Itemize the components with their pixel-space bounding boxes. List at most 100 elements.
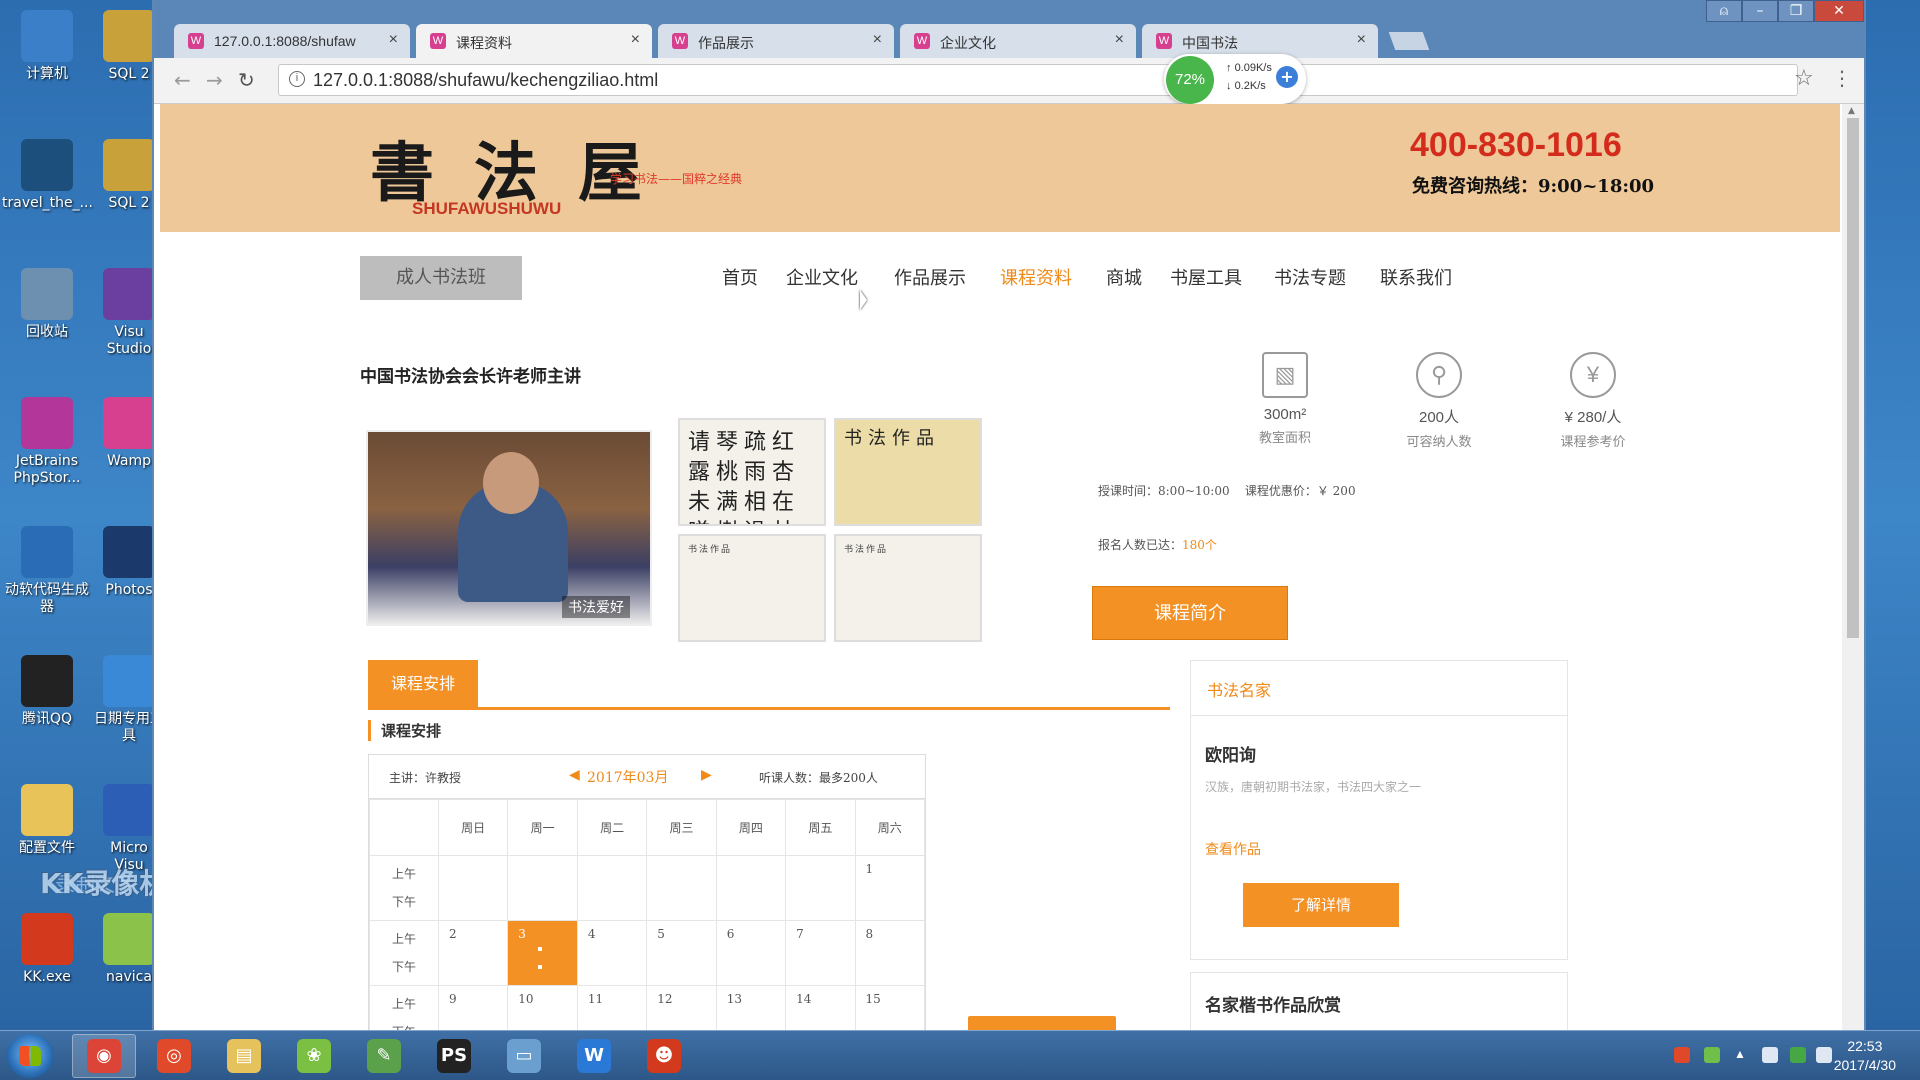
close-tab-icon[interactable]: × — [1115, 31, 1124, 49]
desktop-shortcut[interactable]: travel_the_... — [2, 139, 93, 212]
info-icon[interactable]: i — [289, 71, 305, 87]
calligraphy-image[interactable]: 书法作品 — [834, 534, 982, 642]
learn-more-button[interactable]: 了解详情 — [1243, 883, 1399, 927]
calendar-day[interactable]: 6 — [715, 920, 787, 986]
desktop-shortcut[interactable]: KK.exe — [2, 913, 92, 986]
calligraphy-image[interactable]: 书法作品 — [834, 418, 982, 526]
show-hidden-icon[interactable]: ▲ — [1734, 1047, 1750, 1063]
desktop-shortcut[interactable]: 回收站 — [2, 268, 92, 341]
start-button[interactable] — [6, 1034, 54, 1078]
reload-icon[interactable]: ↻ — [238, 68, 255, 92]
nav-link[interactable]: 书屋工具 — [1170, 264, 1242, 290]
close-tab-icon[interactable]: × — [1357, 31, 1366, 49]
taskbar-app[interactable]: ☻ — [632, 1034, 696, 1078]
taskbar-app[interactable]: PS — [422, 1034, 486, 1078]
yuan-icon: ¥ — [1570, 352, 1616, 398]
security-icon[interactable] — [1790, 1047, 1806, 1063]
plus-icon[interactable]: + — [1276, 66, 1298, 88]
page-viewport: 書法屋 SHUFAWUSHUWU 学习书法——国粹之经典 400-830-101… — [154, 104, 1844, 1030]
phpstorm-icon: PS — [437, 1039, 471, 1073]
close-window-button[interactable]: ✕ — [1814, 0, 1864, 22]
taskbar-app[interactable]: ◎ — [142, 1034, 206, 1078]
tab-bar: W 127.0.0.1:8088/shufaw × W 课程资料 × W 作品展示 × W 企业文化… — [154, 0, 1864, 58]
nav-link[interactable]: 首页 — [722, 264, 758, 290]
calendar-day[interactable]: 7 — [785, 920, 856, 986]
desktop-shortcut[interactable]: 腾讯QQ — [2, 655, 92, 728]
orange-button[interactable] — [968, 1016, 1116, 1030]
calendar-day[interactable]: 14 — [785, 985, 856, 1030]
calendar-day[interactable]: 12 — [646, 985, 717, 1030]
calendar-day[interactable]: 2 — [438, 920, 509, 986]
network-speed-widget[interactable]: 72% ↑ 0.09K/s ↓ 0.2K/s + — [1164, 54, 1306, 104]
minimize-button[interactable]: – — [1742, 0, 1778, 22]
page-scrollbar[interactable]: ▲ — [1842, 104, 1864, 1030]
sql-icon — [103, 139, 155, 191]
phpstorm-icon — [21, 397, 73, 449]
forward-icon[interactable]: → — [206, 68, 223, 92]
taskbar-app[interactable]: ◉ — [72, 1034, 136, 1078]
calligraphy-image[interactable]: 请琴疏红露桃雨杏未满相在嗟樹過林 — [678, 418, 826, 526]
menu-icon[interactable]: ⋮ — [1832, 66, 1852, 90]
browser-tab[interactable]: W 作品展示 × — [658, 24, 894, 58]
volume-icon[interactable] — [1816, 1047, 1832, 1063]
calendar-day[interactable]: 13 — [715, 985, 787, 1030]
calendar-day[interactable]: 15 — [854, 985, 926, 1030]
bookmark-star-icon[interactable]: ☆ — [1794, 66, 1814, 91]
scroll-up-icon[interactable]: ▲ — [1848, 106, 1855, 116]
category-button[interactable]: 成人书法班 — [360, 256, 522, 300]
maximize-button[interactable]: ❐ — [1778, 0, 1814, 22]
taskbar-app[interactable]: ▭ — [492, 1034, 556, 1078]
new-tab-button[interactable] — [1388, 32, 1430, 50]
nav-link[interactable]: 书法专题 — [1274, 264, 1346, 290]
nav-link[interactable]: 课程资料 — [1000, 264, 1072, 290]
nav-link[interactable]: 企业文化 — [786, 264, 858, 290]
browser-tab[interactable]: W 企业文化 × — [900, 24, 1136, 58]
ime-icon[interactable] — [1674, 1047, 1690, 1063]
close-tab-icon[interactable]: × — [389, 31, 398, 49]
stat-label: 教室面积 — [1258, 431, 1311, 446]
nav-link[interactable]: 联系我们 — [1380, 264, 1452, 290]
scroll-thumb[interactable] — [1847, 118, 1859, 638]
taskbar-app[interactable]: W — [562, 1034, 626, 1078]
calendar-day[interactable]: 4 — [576, 920, 648, 986]
network-icon[interactable] — [1762, 1047, 1778, 1063]
calendar-day[interactable]: 9 — [438, 985, 509, 1030]
calligraphy-image[interactable]: 书法作品 — [678, 534, 826, 642]
panel-title: 名家楷书作品欣赏 — [1205, 996, 1341, 1016]
calendar-day[interactable]: 10 — [507, 985, 578, 1030]
url-input[interactable]: i 127.0.0.1:8088/shufawu/kechengziliao.h… — [278, 64, 1798, 96]
desktop-shortcut[interactable]: 计算机 — [2, 10, 92, 83]
chrome-icon: ◉ — [87, 1039, 121, 1073]
tab-schedule[interactable]: 课程安排 — [368, 660, 478, 708]
taskbar-app[interactable]: ▤ — [212, 1034, 276, 1078]
battery-icon[interactable] — [1704, 1047, 1720, 1063]
browser-tab[interactable]: W 中国书法 × — [1142, 24, 1378, 58]
clock[interactable]: 22:53 2017/4/30 — [1834, 1037, 1896, 1075]
close-tab-icon[interactable]: × — [873, 31, 882, 49]
desktop-shortcut[interactable]: JetBrains PhpStor... — [2, 397, 92, 487]
tab-title: 课程资料 — [456, 35, 512, 51]
next-month-icon[interactable]: ▶ — [701, 767, 712, 783]
desktop-shortcut-label: 计算机 — [26, 66, 68, 82]
close-tab-icon[interactable]: × — [631, 31, 640, 49]
desktop-shortcut[interactable]: 动软代码生成器 — [2, 526, 92, 616]
search-tool-icon — [103, 655, 155, 707]
nav-link[interactable]: 商城 — [1106, 264, 1142, 290]
calendar-day[interactable]: 3 — [507, 920, 578, 986]
prev-month-icon[interactable]: ◀ — [569, 767, 580, 783]
desktop-shortcut[interactable]: 配置文件 — [2, 784, 92, 857]
calendar-day[interactable]: 8 — [854, 920, 926, 986]
taskbar-app[interactable]: ✎ — [352, 1034, 416, 1078]
browser-tab[interactable]: W 127.0.0.1:8088/shufaw × — [174, 24, 410, 58]
back-icon[interactable]: ← — [174, 68, 191, 92]
view-works-link[interactable]: 查看作品 — [1205, 839, 1261, 859]
calendar-day[interactable]: 1 — [854, 855, 926, 921]
nav-link[interactable]: 作品展示 — [894, 264, 966, 290]
taskbar-app[interactable]: ❀ — [282, 1034, 346, 1078]
course-intro-button[interactable]: 课程简介 — [1092, 586, 1288, 640]
user-icon[interactable]: ⍝ — [1706, 0, 1742, 22]
main-nav: 成人书法班 首页 企业文化 作品展示 课程资料 商城 书屋工具 书法专题 联系我们 — [360, 256, 1700, 300]
calendar-day[interactable]: 5 — [646, 920, 717, 986]
browser-tab[interactable]: W 课程资料 × — [416, 24, 652, 58]
calendar-day[interactable]: 11 — [576, 985, 648, 1030]
